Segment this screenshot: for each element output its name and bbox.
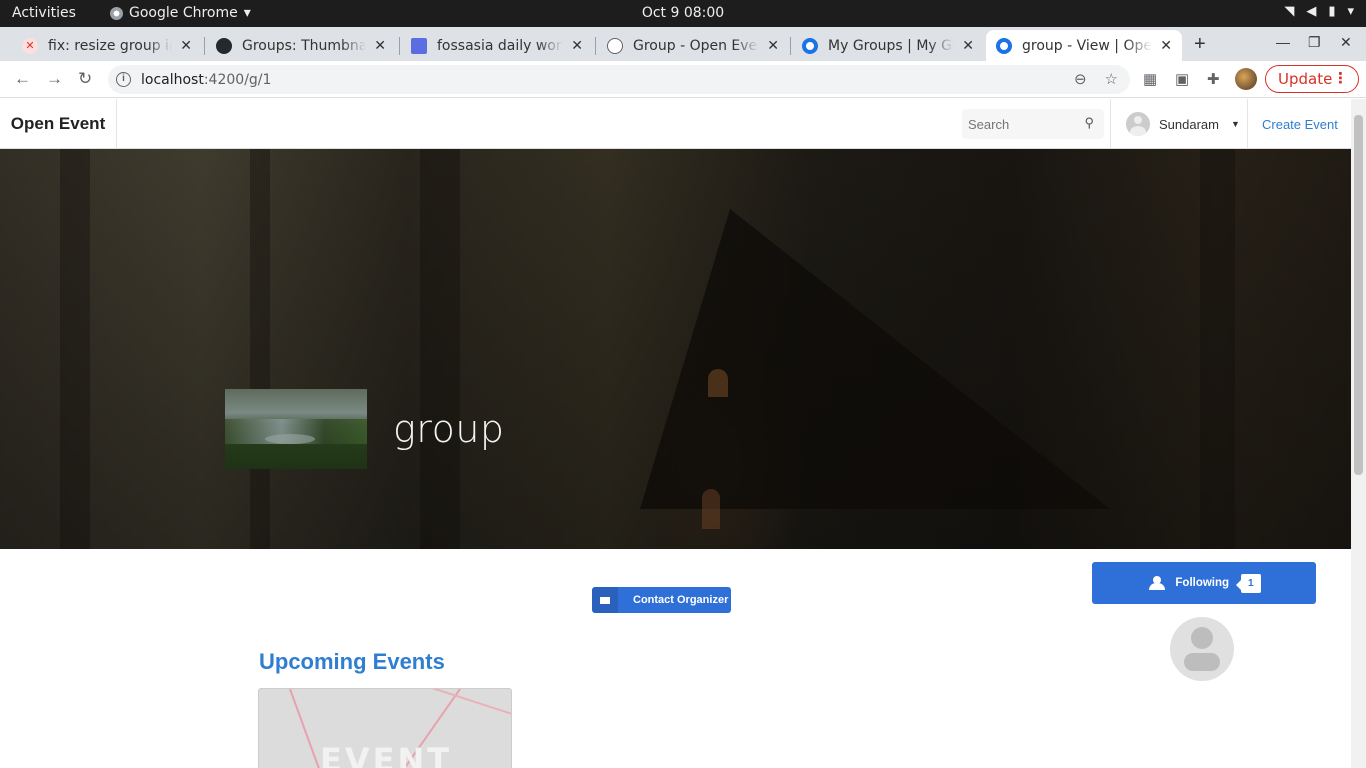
- mail-icon: [592, 587, 618, 613]
- contact-organizer-label: Contact Organizer: [633, 594, 729, 606]
- following-button[interactable]: Following 1: [1092, 562, 1316, 604]
- tab-close-icon[interactable]: ✕: [571, 38, 583, 54]
- kebab-menu-icon[interactable]: ⋮: [1333, 69, 1348, 87]
- tab-group-view[interactable]: group - View | Oper ✕: [986, 30, 1182, 61]
- profile-avatar[interactable]: [1235, 68, 1257, 90]
- window-close-icon[interactable]: ✕: [1340, 34, 1352, 51]
- user-avatar: [1126, 112, 1150, 136]
- tab-label: group - View | Oper: [1022, 37, 1153, 54]
- tab-strip: ✕ fix: resize group im ✕ Groups: Thumbna…: [0, 27, 1366, 61]
- tab-separator: [204, 37, 205, 55]
- tab-close-icon[interactable]: ✕: [962, 38, 974, 54]
- volume-icon: ◀: [1306, 4, 1317, 19]
- banner-art: [708, 369, 728, 397]
- back-arrow-icon[interactable]: ←: [14, 69, 31, 89]
- open-event-icon: [802, 37, 818, 54]
- battery-icon: ▮: [1328, 4, 1336, 19]
- tab-label: Group - Open Event: [633, 37, 760, 54]
- zoom-out-icon[interactable]: ⊖: [1074, 70, 1087, 88]
- tab-separator: [399, 37, 400, 55]
- follower-avatar[interactable]: [1170, 617, 1234, 681]
- reload-icon[interactable]: ↻: [78, 69, 92, 89]
- banner-art: [702, 489, 720, 529]
- event-card[interactable]: EVENT: [258, 688, 512, 768]
- group-banner: [0, 149, 1351, 549]
- maximize-icon[interactable]: ❐: [1308, 34, 1321, 51]
- follower-count-badge: 1: [1236, 573, 1261, 593]
- new-tab-plus-icon[interactable]: +: [1194, 33, 1206, 56]
- users-icon: [1147, 576, 1169, 590]
- tab-close-icon[interactable]: ✕: [1160, 38, 1172, 54]
- update-label: Update: [1278, 70, 1333, 88]
- tab-close-icon[interactable]: ✕: [767, 38, 779, 54]
- url-text: localhost:4200/g/1: [141, 72, 271, 88]
- upcoming-events-heading: Upcoming Events: [259, 649, 445, 674]
- forward-arrow-icon[interactable]: →: [46, 69, 63, 89]
- browser-toolbar: ← → ↻ i localhost:4200/g/1 ⊖ ☆ ▦ ▣ ✚: [0, 61, 1366, 98]
- tab-close-icon[interactable]: ✕: [180, 38, 192, 54]
- tab-my-groups[interactable]: My Groups | My Gro ✕: [792, 30, 984, 61]
- user-menu[interactable]: Sundaram ▼: [1110, 99, 1248, 149]
- github-icon: [216, 37, 232, 54]
- brand-logo[interactable]: Open Event: [0, 99, 117, 149]
- globe-icon: [607, 37, 623, 54]
- bookmark-star-icon[interactable]: ☆: [1105, 70, 1118, 88]
- red-x-favicon-icon: ✕: [22, 37, 38, 54]
- search-box[interactable]: ⚲: [962, 109, 1104, 139]
- os-top-bar: Activities Google Chrome ▾ Oct 9 08:00 ◥…: [0, 0, 1366, 27]
- tab-fossasia-daily[interactable]: fossasia daily work ✕: [401, 30, 593, 61]
- contact-organizer-button[interactable]: Contact Organizer: [592, 587, 731, 613]
- tab-label: My Groups | My Gro: [828, 37, 955, 54]
- page-viewport: Open Event ⚲ Sundaram ▼ Create Event gro…: [0, 99, 1351, 768]
- activities-button[interactable]: Activities: [12, 5, 76, 21]
- banner-art: [60, 149, 90, 549]
- cast-extension-icon[interactable]: ▣: [1175, 70, 1189, 88]
- puzzle-extensions-icon[interactable]: ✚: [1207, 70, 1220, 88]
- tab-groups-thumbnail[interactable]: Groups: Thumbnail ✕: [206, 30, 396, 61]
- qr-extension-icon[interactable]: ▦: [1143, 70, 1157, 88]
- following-label: Following: [1175, 577, 1230, 589]
- app-menu-caret-icon: ▾: [243, 5, 251, 21]
- tab-separator: [790, 37, 791, 55]
- tab-label: Groups: Thumbnail: [242, 37, 367, 54]
- system-tray[interactable]: ◥ ◀ ▮ ▾: [1284, 4, 1354, 19]
- tab-separator: [595, 37, 596, 55]
- tab-label: fix: resize group im: [48, 37, 173, 54]
- search-icon[interactable]: ⚲: [1084, 115, 1094, 131]
- banner-art: [1200, 149, 1235, 549]
- caret-down-icon: ▼: [1230, 119, 1240, 129]
- address-bar[interactable]: i localhost:4200/g/1 ⊖ ☆: [108, 65, 1130, 94]
- chrome-icon: [110, 6, 123, 20]
- site-info-icon[interactable]: i: [116, 72, 131, 87]
- tab-fix-resize[interactable]: ✕ fix: resize group im ✕: [12, 30, 202, 61]
- tab-label: fossasia daily work: [437, 37, 564, 54]
- minimize-icon[interactable]: —: [1276, 34, 1290, 50]
- group-name: group: [393, 407, 505, 451]
- tab-group-open-event[interactable]: Group - Open Event ✕: [597, 30, 789, 61]
- banner-art: [640, 209, 1110, 509]
- user-name: Sundaram: [1159, 116, 1219, 132]
- tray-caret-icon: ▾: [1347, 4, 1354, 19]
- app-menu[interactable]: Google Chrome ▾: [110, 5, 251, 21]
- scrollbar-thumb[interactable]: [1354, 115, 1363, 475]
- app-name: Google Chrome: [129, 5, 238, 21]
- event-card-image-text: EVENT: [319, 741, 453, 768]
- update-button[interactable]: Update ⋮: [1265, 65, 1359, 93]
- tab-close-icon[interactable]: ✕: [374, 38, 386, 54]
- docs-icon: [411, 37, 427, 54]
- url-path: :4200/g/1: [203, 71, 272, 88]
- page-scrollbar[interactable]: [1351, 99, 1366, 768]
- url-host: localhost: [141, 71, 204, 88]
- wifi-icon: ◥: [1284, 4, 1295, 19]
- search-input[interactable]: [968, 116, 1078, 132]
- group-thumbnail-image: [225, 389, 367, 469]
- create-event-link[interactable]: Create Event: [1262, 117, 1338, 132]
- open-event-icon: [996, 37, 1012, 54]
- banner-art: [250, 149, 270, 549]
- banner-art: [420, 149, 460, 549]
- site-navbar: Open Event ⚲ Sundaram ▼ Create Event: [0, 99, 1351, 149]
